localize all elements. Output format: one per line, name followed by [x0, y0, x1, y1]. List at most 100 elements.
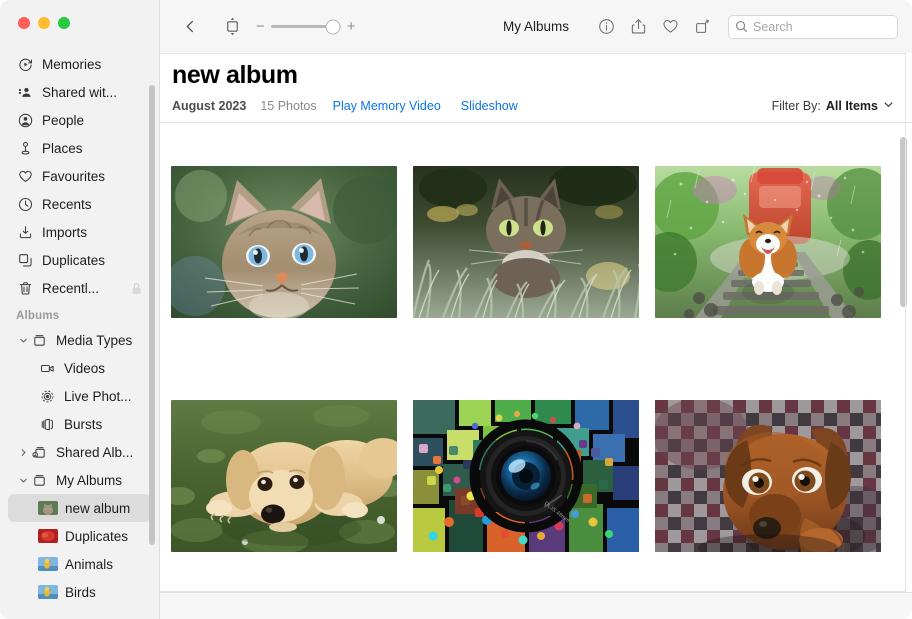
- sidebar-item-label: Videos: [64, 360, 106, 376]
- share-icon[interactable]: [624, 14, 652, 40]
- sidebar: Memories Shared wit... People Places Fav…: [0, 0, 160, 619]
- sidebar-item-live-photos[interactable]: Live Phot...: [8, 382, 151, 410]
- sidebar-item-imports[interactable]: Imports: [8, 218, 151, 246]
- photo-cell[interactable]: [655, 166, 881, 318]
- sidebar-item-recently-deleted[interactable]: Recentl...: [8, 274, 151, 302]
- sidebar-item-shared-albums[interactable]: Shared Alb...: [8, 438, 151, 466]
- sidebar-item-my-albums[interactable]: My Albums: [8, 466, 151, 494]
- aspect-ratio-icon[interactable]: [218, 14, 246, 40]
- sidebar-item-recents[interactable]: Recents: [8, 190, 151, 218]
- people-icon: [16, 111, 34, 129]
- main-scrollbar[interactable]: [900, 137, 907, 307]
- chevron-down-icon[interactable]: [16, 336, 30, 345]
- heart-icon: [16, 167, 34, 185]
- photo-cell[interactable]: [413, 166, 639, 318]
- sidebar-item-label: Duplicates: [65, 528, 129, 544]
- zoom-slider-knob[interactable]: [325, 19, 341, 34]
- sidebar-item-shared-with-you[interactable]: Shared wit...: [8, 78, 151, 106]
- photo-cell[interactable]: [171, 400, 397, 552]
- sidebar-scrollbar[interactable]: [149, 85, 155, 545]
- filter-by-label: Filter By:: [771, 99, 821, 113]
- shared-with-you-icon: [16, 83, 34, 101]
- sidebar-item-label: Memories: [42, 56, 102, 72]
- toolbar: − + My Albums: [160, 0, 912, 53]
- close-window-button[interactable]: [18, 17, 30, 29]
- rotate-icon[interactable]: [688, 14, 716, 40]
- chevron-right-icon[interactable]: [16, 448, 30, 457]
- toolbar-actions: [592, 14, 898, 40]
- main-content: − + My Albums Search new album August 20…: [160, 0, 912, 619]
- video-icon: [38, 359, 56, 377]
- zoom-slider-track[interactable]: [270, 19, 341, 34]
- photo-cell[interactable]: [171, 166, 397, 318]
- back-button[interactable]: [176, 14, 204, 40]
- sidebar-item-label: People: [42, 112, 85, 128]
- sidebar-item-people[interactable]: People: [8, 106, 151, 134]
- sidebar-item-label: Shared wit...: [42, 84, 118, 100]
- sidebar-item-label: Recents: [42, 196, 92, 212]
- photo-corgi-railway[interactable]: [655, 166, 881, 318]
- sidebar-item-label: Live Phot...: [64, 388, 132, 404]
- sidebar-item-label: Media Types: [56, 332, 133, 348]
- photo-grid-scroll-area: DLJS 48mm: [160, 123, 912, 592]
- sidebar-item-album-birds[interactable]: Birds: [8, 578, 151, 606]
- sidebar-item-label: Bursts: [64, 416, 103, 432]
- photo-cat-in-grass[interactable]: [413, 166, 639, 318]
- trash-icon: [16, 279, 34, 297]
- search-input[interactable]: [753, 19, 883, 34]
- info-icon[interactable]: [592, 14, 620, 40]
- chevron-down-icon[interactable]: [883, 99, 894, 113]
- sidebar-item-duplicates[interactable]: Duplicates: [8, 246, 151, 274]
- sidebar-item-label: Favourites: [42, 168, 106, 184]
- photo-golden-puppy[interactable]: [171, 400, 397, 552]
- slideshow-link[interactable]: Slideshow: [461, 99, 518, 113]
- photo-cell[interactable]: DLJS 48mm: [413, 400, 639, 552]
- zoom-in-label[interactable]: +: [347, 19, 356, 34]
- sidebar-item-label: My Albums: [56, 472, 123, 488]
- zoom-slider[interactable]: − +: [256, 19, 356, 34]
- sidebar-item-new-album[interactable]: new album: [8, 494, 151, 522]
- search-icon: [735, 20, 748, 33]
- sidebar-item-videos[interactable]: Videos: [8, 354, 151, 382]
- album-thumbnail-cat: [38, 501, 58, 515]
- sidebar-item-album-animals[interactable]: Animals: [8, 550, 151, 578]
- sidebar-item-label: Places: [42, 140, 83, 156]
- sidebar-item-memories[interactable]: Memories: [8, 50, 151, 78]
- sidebar-item-album-duplicates[interactable]: Duplicates: [8, 522, 151, 550]
- album-meta-row: August 2023 15 Photos Play Memory Video …: [172, 99, 894, 122]
- album-box-icon: [30, 331, 48, 349]
- maximize-window-button[interactable]: [58, 17, 70, 29]
- photo-camera-lens[interactable]: DLJS 48mm: [413, 400, 639, 552]
- album-box-icon: [30, 471, 48, 489]
- bottom-bar: [160, 592, 912, 619]
- photo-cat-blue-eyes[interactable]: [171, 166, 397, 318]
- minimize-window-button[interactable]: [38, 17, 50, 29]
- memories-icon: [16, 55, 34, 73]
- sidebar-item-label: new album: [65, 500, 131, 516]
- play-memory-video-link[interactable]: Play Memory Video: [333, 99, 441, 113]
- sidebar-item-label: Shared Alb...: [56, 444, 134, 460]
- photos-app-window: Memories Shared wit... People Places Fav…: [0, 0, 912, 619]
- favourite-heart-icon[interactable]: [656, 14, 684, 40]
- page-title: new album: [172, 61, 298, 89]
- places-pin-icon: [16, 139, 34, 157]
- sidebar-item-label: Imports: [42, 224, 88, 240]
- sidebar-item-media-types[interactable]: Media Types: [8, 326, 151, 354]
- album-thumbnail-red: [38, 529, 58, 543]
- album-thumbnail-bird: [38, 585, 58, 599]
- sidebar-item-label: Animals: [65, 556, 114, 572]
- sidebar-item-bursts[interactable]: Bursts: [8, 410, 151, 438]
- live-photo-icon: [38, 387, 56, 405]
- sidebar-item-favourites[interactable]: Favourites: [8, 162, 151, 190]
- sidebar-scroll-area: Memories Shared wit... People Places Fav…: [0, 50, 159, 619]
- photo-cell[interactable]: [655, 400, 881, 552]
- photo-brown-dog-blanket[interactable]: [655, 400, 881, 552]
- filter-by-control[interactable]: Filter By: All Items: [772, 99, 894, 113]
- chevron-down-icon[interactable]: [16, 476, 30, 485]
- sidebar-item-label: Duplicates: [42, 252, 106, 268]
- sidebar-item-places[interactable]: Places: [8, 134, 151, 162]
- shared-album-icon: [30, 443, 48, 461]
- zoom-out-label[interactable]: −: [256, 19, 265, 34]
- search-box[interactable]: [728, 14, 898, 39]
- import-icon: [16, 223, 34, 241]
